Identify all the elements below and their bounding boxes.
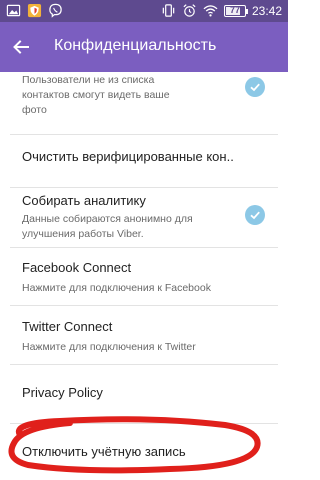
setting-subtitle-line: улучшения работы Viber. bbox=[22, 228, 144, 240]
setting-subtitle-line: фото bbox=[22, 104, 47, 116]
vibrate-icon bbox=[162, 4, 175, 17]
back-button[interactable] bbox=[8, 34, 34, 60]
viber-status-icon bbox=[49, 3, 62, 18]
checkmark-icon bbox=[250, 211, 260, 220]
battery-icon: 77 bbox=[223, 4, 248, 17]
setting-hidden-contacts[interactable]: Пользователи не из списка контактов смог… bbox=[0, 72, 288, 138]
app-bar: Конфиденциальность bbox=[0, 22, 288, 72]
status-right-icons: 77 23:42 bbox=[161, 3, 282, 18]
status-time: 23:42 bbox=[251, 3, 282, 18]
arrow-left-icon bbox=[13, 40, 29, 54]
page-title: Конфиденциальность bbox=[54, 37, 217, 54]
setting-checkbox[interactable] bbox=[245, 205, 265, 225]
battery-percent: 77 bbox=[229, 4, 240, 15]
setting-checkbox[interactable] bbox=[245, 77, 265, 97]
setting-subtitle-line: Данные собираются анонимно для bbox=[22, 213, 193, 225]
setting-subtitle-line: Пользователи не из списка bbox=[22, 74, 155, 86]
setting-deactivate-account[interactable]: Отключить учётную запись bbox=[0, 424, 288, 480]
setting-title: Собирать аналитику bbox=[22, 193, 146, 208]
alarm-icon bbox=[183, 4, 196, 17]
checkmark-icon bbox=[250, 83, 260, 92]
setting-title: Очистить верифицированные кон.. bbox=[22, 149, 234, 164]
status-left-icons bbox=[6, 3, 63, 18]
setting-facebook-connect[interactable]: Facebook Connect Нажмите для подключения… bbox=[0, 248, 288, 305]
status-bar: 77 23:42 bbox=[0, 0, 288, 22]
settings-list: Пользователи не из списка контактов смог… bbox=[0, 72, 288, 480]
wifi-icon bbox=[203, 5, 218, 17]
setting-title: Facebook Connect bbox=[22, 260, 132, 275]
setting-subtitle-line: контактов смогут видеть ваше bbox=[22, 89, 170, 101]
setting-subtitle-line: Нажмите для подключения к Twitter bbox=[22, 341, 196, 353]
setting-twitter-connect[interactable]: Twitter Connect Нажмите для подключения … bbox=[0, 306, 288, 364]
setting-title: Privacy Policy bbox=[22, 385, 103, 400]
setting-privacy-policy[interactable]: Privacy Policy bbox=[0, 365, 288, 423]
setting-title: Twitter Connect bbox=[22, 319, 113, 334]
shield-app-icon bbox=[27, 3, 42, 18]
setting-subtitle-line: Нажмите для подключения к Facebook bbox=[22, 282, 211, 294]
image-icon bbox=[6, 4, 21, 17]
setting-title: Отключить учётную запись bbox=[22, 444, 186, 459]
screen: 77 23:42 Конфиденциальность Пользователи… bbox=[0, 0, 288, 480]
setting-clear-verified[interactable]: Очистить верифицированные кон.. bbox=[0, 135, 288, 187]
setting-analytics[interactable]: Собирать аналитику Данные собираются ано… bbox=[0, 188, 288, 254]
